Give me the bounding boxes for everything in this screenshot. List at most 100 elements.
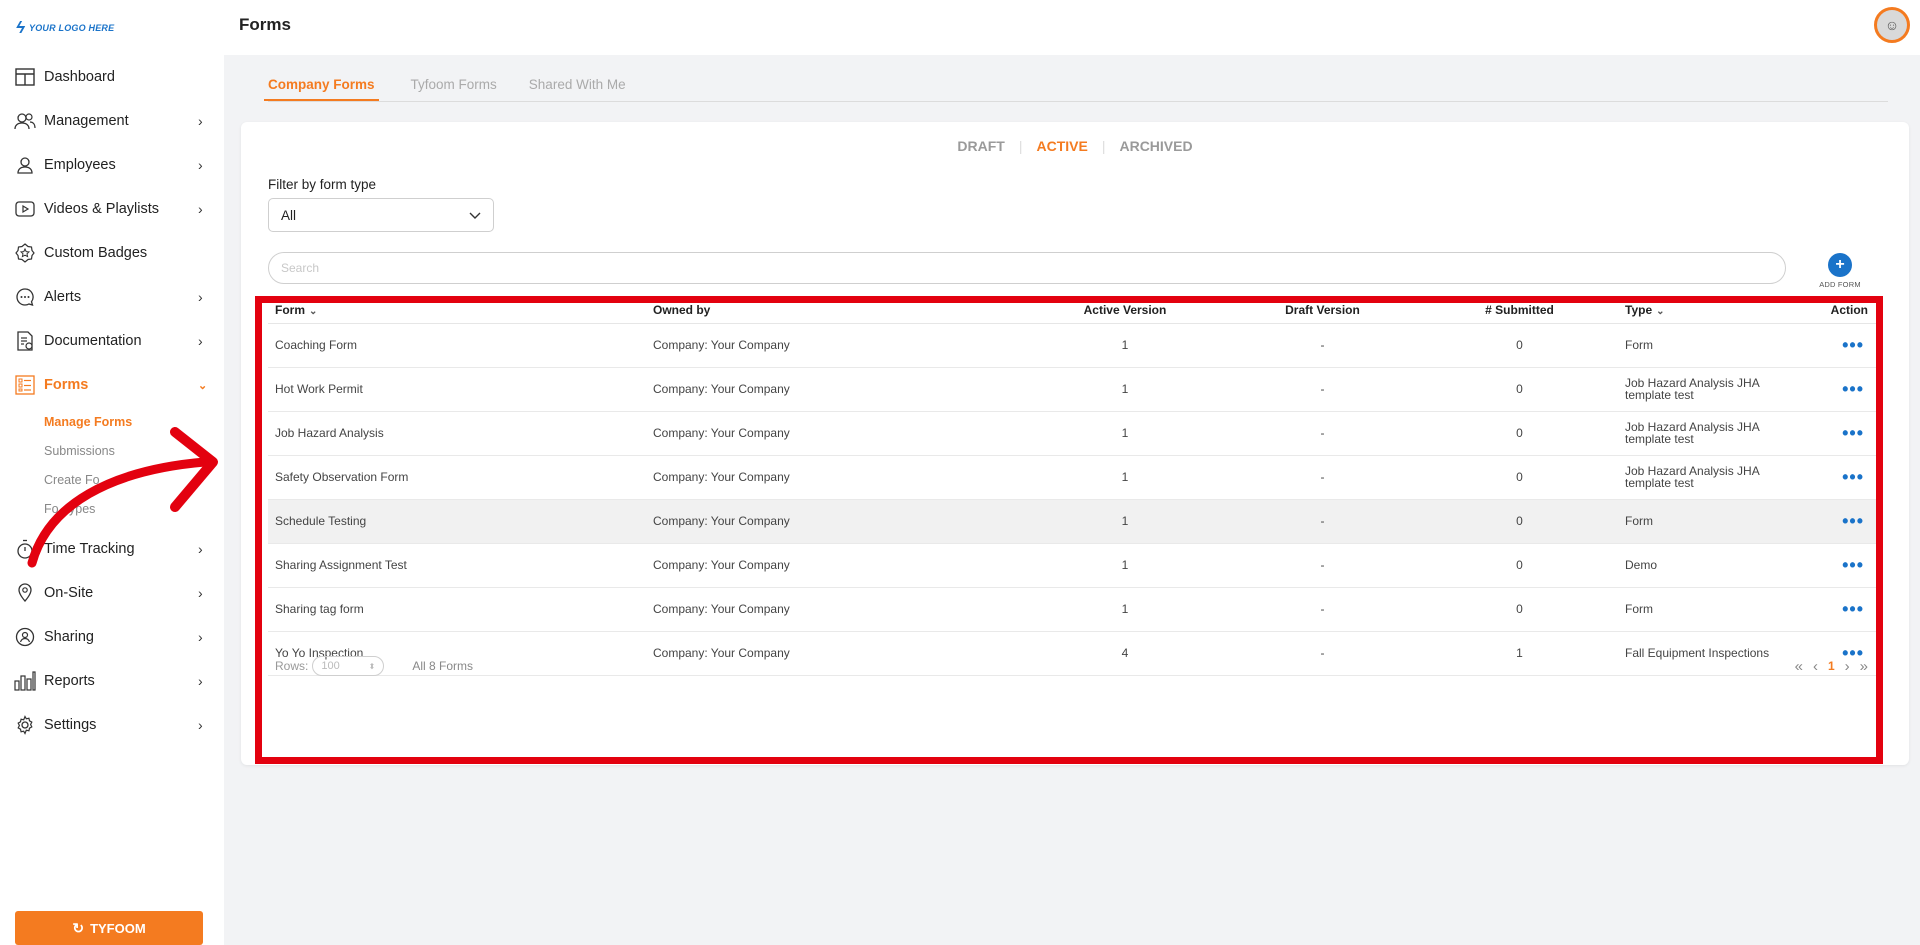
table-row[interactable]: Hot Work Permit Company: Your Company 1 … xyxy=(268,367,1878,412)
stepper-icon: ⬍ xyxy=(368,661,376,671)
cell-form[interactable]: Sharing tag form xyxy=(268,587,646,632)
sidebar-item-documentation[interactable]: Documentation › xyxy=(0,319,224,363)
cell-submitted: 0 xyxy=(1421,543,1618,588)
prev-page-icon[interactable]: ‹ xyxy=(1813,658,1818,675)
more-actions-icon[interactable]: ••• xyxy=(1778,455,1878,500)
column-header-form[interactable]: Form ⌄ xyxy=(268,297,646,324)
avatar[interactable]: ☺ xyxy=(1874,7,1910,43)
cell-type: Form xyxy=(1618,323,1778,368)
more-actions-icon[interactable]: ••• xyxy=(1778,367,1878,412)
cell-draft-version: - xyxy=(1224,367,1421,412)
chevron-down-icon: ⌄ xyxy=(198,379,208,392)
column-header-type[interactable]: Type ⌄ xyxy=(1618,297,1778,324)
sidebar-item-label: Management xyxy=(44,113,129,129)
top-bar: Forms ☺ xyxy=(224,0,1920,55)
first-page-icon[interactable]: « xyxy=(1795,658,1803,675)
sidebar-item-alerts[interactable]: Alerts › xyxy=(0,275,224,319)
next-page-icon[interactable]: › xyxy=(1845,658,1850,675)
more-actions-icon[interactable]: ••• xyxy=(1778,543,1878,588)
sidebar-item-management[interactable]: Management › xyxy=(0,99,224,143)
sidebar-item-custom-badges[interactable]: Custom Badges xyxy=(0,231,224,275)
cell-active-version: 1 xyxy=(1026,411,1224,456)
sidebar-item-label: Reports xyxy=(44,673,95,689)
table-row[interactable]: Coaching Form Company: Your Company 1 - … xyxy=(268,323,1878,368)
tyfoom-logo-icon: ↻ xyxy=(72,919,85,936)
location-pin-icon xyxy=(14,582,36,604)
more-actions-icon[interactable]: ••• xyxy=(1778,323,1878,368)
tyfoom-button[interactable]: ↻ TYFOOM xyxy=(15,911,203,945)
forms-card: DRAFT | ACTIVE | ARCHIVED Filter by form… xyxy=(241,122,1909,765)
table-row[interactable]: Schedule Testing Company: Your Company 1… xyxy=(268,499,1878,544)
sidebar-item-forms[interactable]: Forms ⌄ xyxy=(0,363,224,407)
more-actions-icon[interactable]: ••• xyxy=(1778,499,1878,544)
cell-form[interactable]: Hot Work Permit xyxy=(268,367,646,412)
sidebar-item-on-site[interactable]: On-Site › xyxy=(0,571,224,615)
cell-draft-version: - xyxy=(1224,323,1421,368)
logo-text: YOUR LOGO HERE xyxy=(29,23,115,33)
sidebar-item-videos-playlists[interactable]: Videos & Playlists › xyxy=(0,187,224,231)
chevron-right-icon: › xyxy=(198,629,203,645)
column-header-draft-version: Draft Version xyxy=(1224,297,1421,324)
more-actions-icon[interactable]: ••• xyxy=(1778,411,1878,456)
sidebar-item-label: Settings xyxy=(44,717,97,733)
cell-owner: Company: Your Company xyxy=(646,323,1026,368)
status-tab-draft[interactable]: DRAFT xyxy=(943,138,1018,154)
cell-form[interactable]: Schedule Testing xyxy=(268,499,646,544)
last-page-icon[interactable]: » xyxy=(1860,658,1868,675)
page-title: Forms xyxy=(239,15,291,34)
sidebar-item-reports[interactable]: Reports › xyxy=(0,659,224,703)
subnav-form-types[interactable]: Fo ypes xyxy=(44,494,224,523)
sidebar-item-sharing[interactable]: Sharing › xyxy=(0,615,224,659)
sidebar-item-label: Alerts xyxy=(44,289,82,305)
status-tabs: DRAFT | ACTIVE | ARCHIVED xyxy=(241,138,1909,154)
cell-active-version: 1 xyxy=(1026,499,1224,544)
tab-company-forms[interactable]: Company Forms xyxy=(264,77,379,101)
cell-draft-version: - xyxy=(1224,411,1421,456)
rows-per-page-select[interactable]: 100 ⬍ xyxy=(312,656,385,676)
pagination: « ‹ 1 › » xyxy=(1795,658,1868,675)
cell-form[interactable]: Safety Observation Form xyxy=(268,455,646,500)
cell-owner: Company: Your Company xyxy=(646,543,1026,588)
table-row[interactable]: Sharing Assignment Test Company: Your Co… xyxy=(268,543,1878,588)
status-tab-archived[interactable]: ARCHIVED xyxy=(1105,138,1206,154)
forms-table: Form ⌄ Owned by Active Version Draft Vers… xyxy=(268,297,1878,676)
column-header-action: Action xyxy=(1778,297,1878,324)
sidebar-item-dashboard[interactable]: Dashboard xyxy=(0,55,224,99)
tab-shared-with-me[interactable]: Shared With Me xyxy=(529,77,626,101)
sidebar-item-label: Time Tracking xyxy=(44,541,135,557)
cell-active-version: 1 xyxy=(1026,587,1224,632)
subnav-submissions[interactable]: Submissions xyxy=(44,436,224,465)
more-actions-icon[interactable]: ••• xyxy=(1778,587,1878,632)
table-row[interactable]: Sharing tag form Company: Your Company 1… xyxy=(268,587,1878,632)
sidebar-item-time-tracking[interactable]: Time Tracking › xyxy=(0,527,224,571)
table-row[interactable]: Safety Observation Form Company: Your Co… xyxy=(268,455,1878,500)
tyfoom-button-label: TYFOOM xyxy=(90,920,146,936)
cell-active-version: 1 xyxy=(1026,323,1224,368)
logo[interactable]: ϟ YOUR LOGO HERE xyxy=(16,18,114,38)
form-type-select[interactable]: All xyxy=(268,198,494,232)
chevron-right-icon: › xyxy=(198,717,203,733)
cell-form[interactable]: Sharing Assignment Test xyxy=(268,543,646,588)
chat-icon xyxy=(14,286,36,308)
share-user-icon xyxy=(14,626,36,648)
sidebar-item-employees[interactable]: Employees › xyxy=(0,143,224,187)
status-tab-active[interactable]: ACTIVE xyxy=(1022,138,1101,154)
tab-tyfoom-forms[interactable]: Tyfoom Forms xyxy=(411,77,497,101)
add-form-button[interactable]: + ADD FORM xyxy=(1812,253,1868,289)
subnav-create-form[interactable]: Create Fo xyxy=(44,465,224,494)
current-page[interactable]: 1 xyxy=(1828,659,1835,673)
sidebar-item-label: Custom Badges xyxy=(44,245,148,261)
subnav-manage-forms[interactable]: Manage Forms xyxy=(44,407,224,436)
document-icon xyxy=(14,330,36,352)
cell-type: Form xyxy=(1618,499,1778,544)
sidebar-item-label: Dashboard xyxy=(44,69,115,85)
column-header-owned-by: Owned by xyxy=(646,297,1026,324)
cell-owner: Company: Your Company xyxy=(646,587,1026,632)
search-input[interactable] xyxy=(268,252,1786,284)
sidebar-item-settings[interactable]: Settings › xyxy=(0,703,224,747)
cell-form[interactable]: Coaching Form xyxy=(268,323,646,368)
forms-count: All 8 Forms xyxy=(412,659,474,673)
cell-form[interactable]: Job Hazard Analysis xyxy=(268,411,646,456)
cell-owner: Company: Your Company xyxy=(646,367,1026,412)
table-row[interactable]: Job Hazard Analysis Company: Your Compan… xyxy=(268,411,1878,456)
